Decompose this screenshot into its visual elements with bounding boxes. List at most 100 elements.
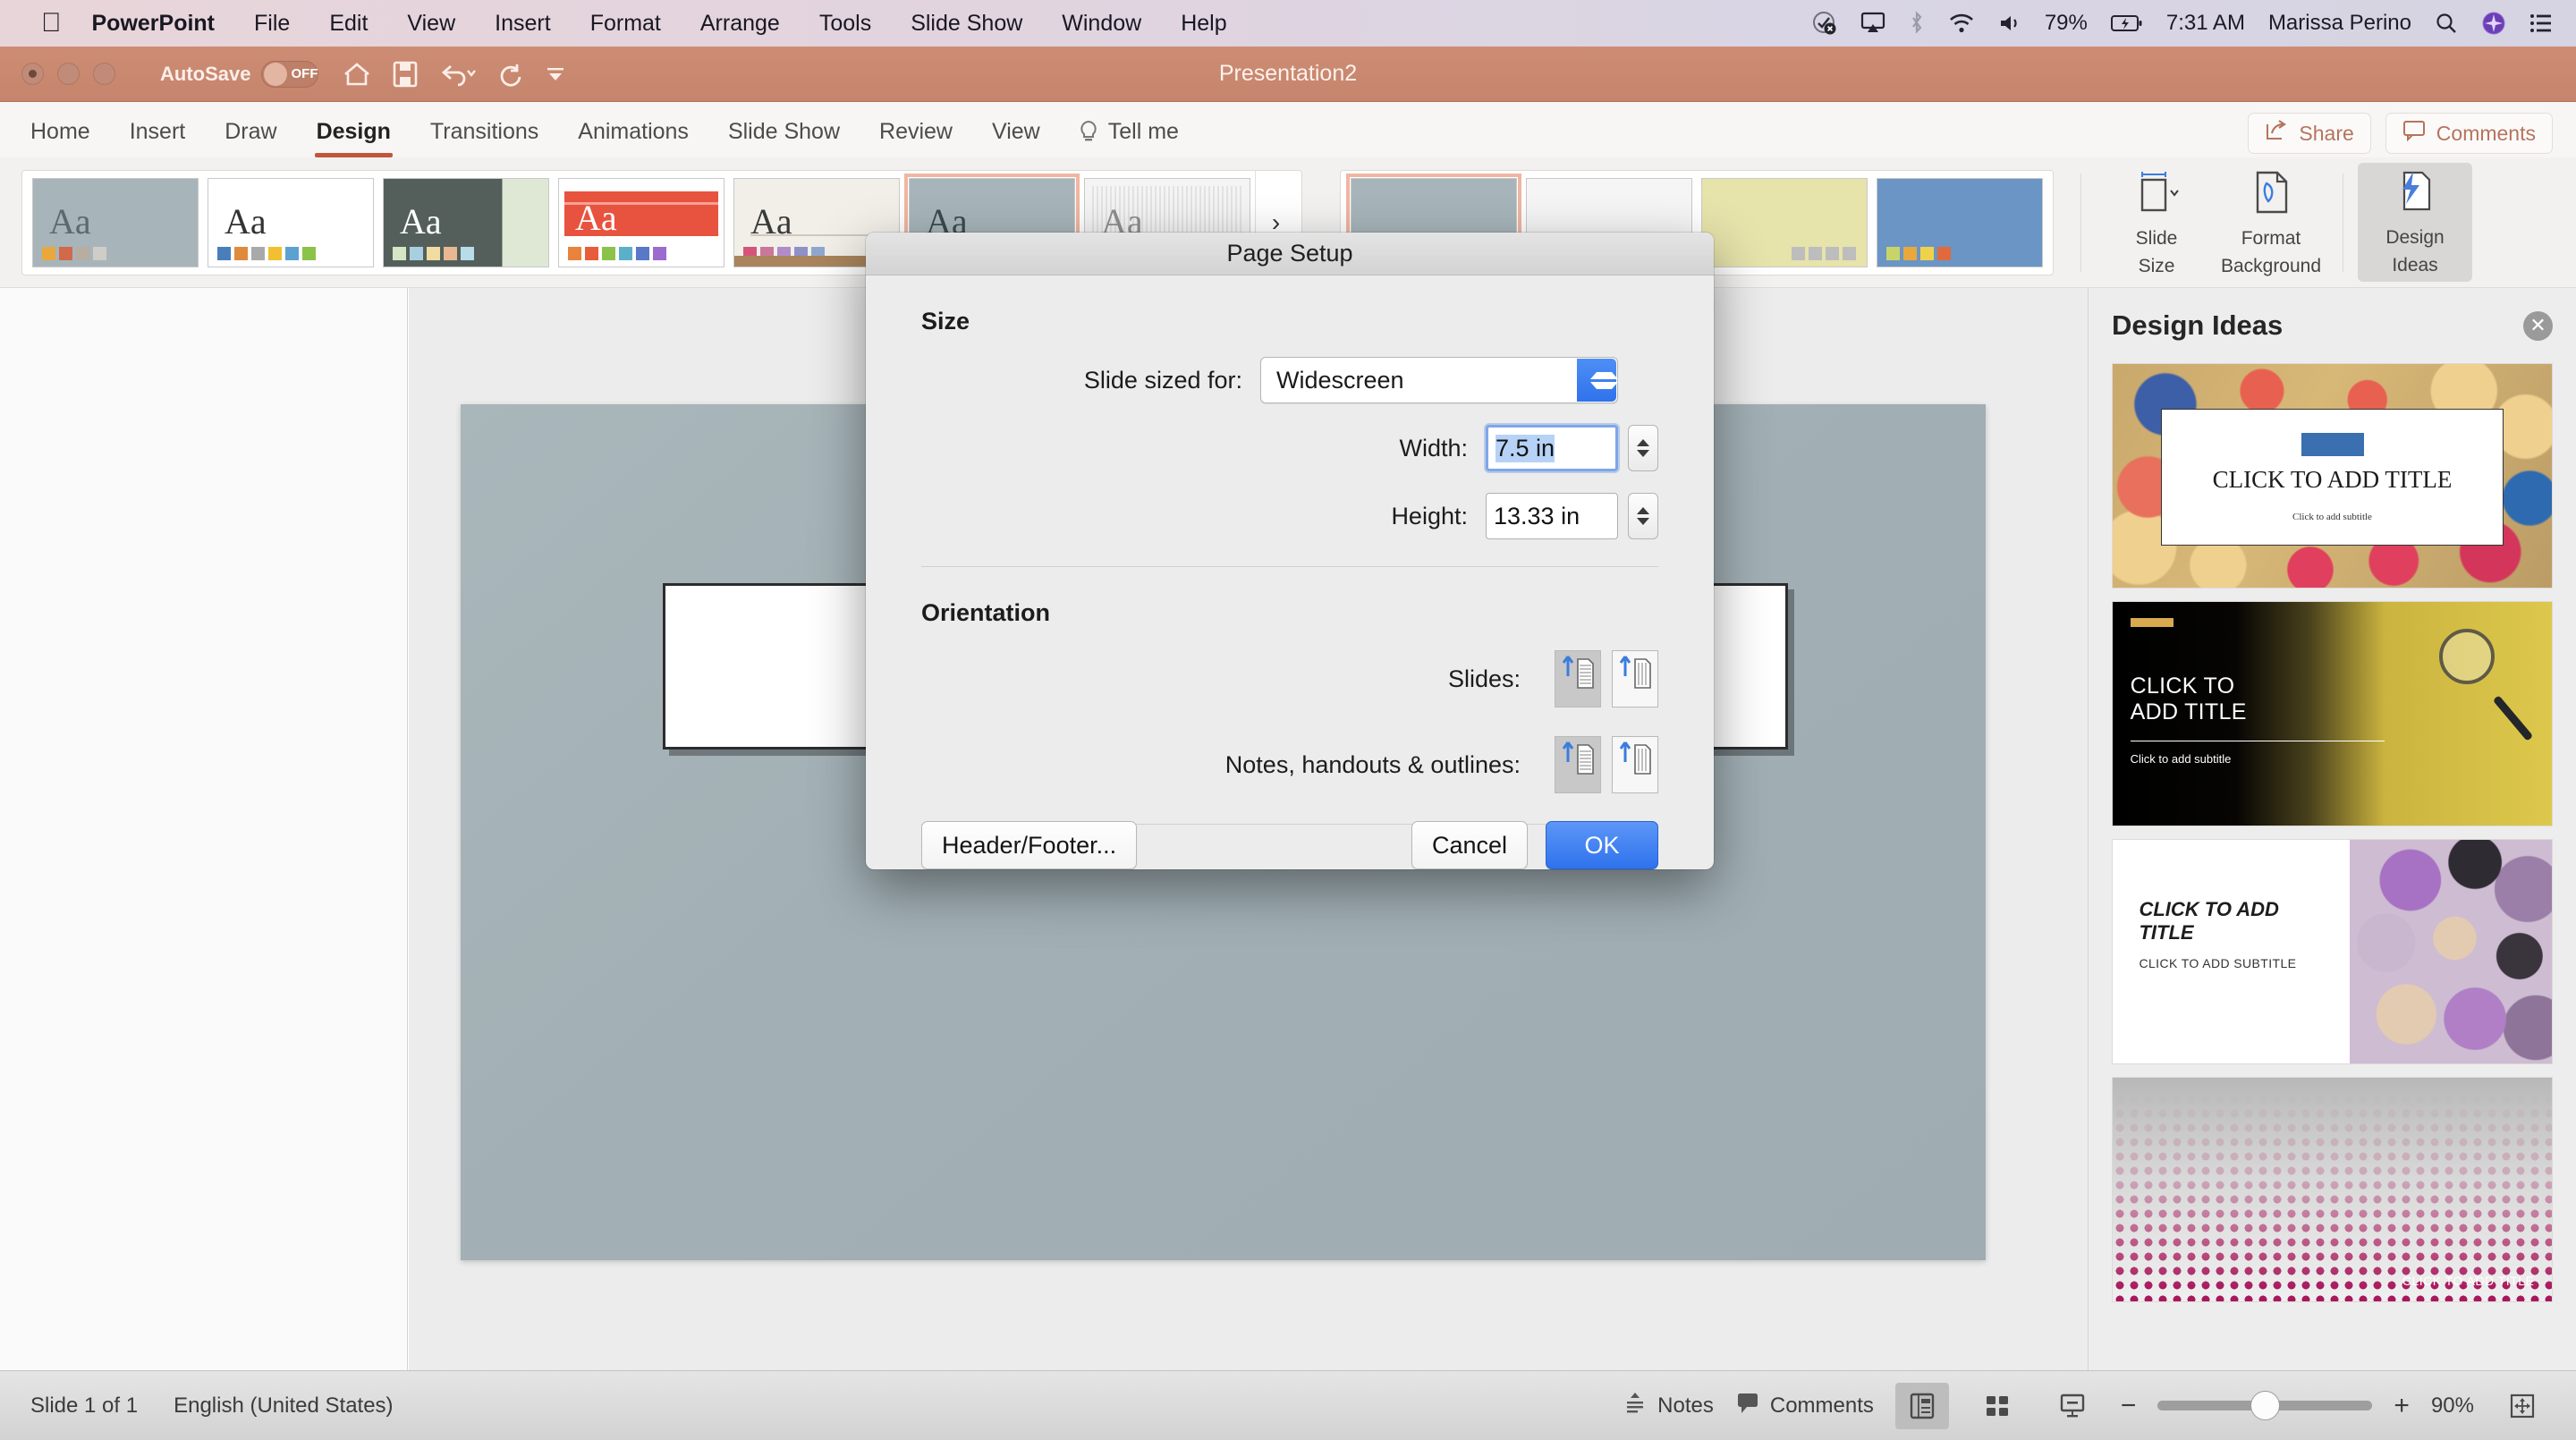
design-idea-floral[interactable]: CLICK TO ADD TITLE CLICK TO ADD SUBTITLE <box>2112 839 2553 1064</box>
close-window-button[interactable] <box>21 63 44 85</box>
theme-thumb-3[interactable]: Aa <box>383 177 549 267</box>
slide-size-line2: Size <box>2138 255 2175 276</box>
reading-view-icon[interactable] <box>2046 1383 2099 1429</box>
page-setup-dialog[interactable]: Page Setup Size Slide sized for: Widescr… <box>866 233 1714 869</box>
menu-format[interactable]: Format <box>571 0 681 47</box>
user-name[interactable]: Marissa Perino <box>2268 11 2411 36</box>
design-idea-blocks[interactable]: CLICK TO ADD TITLE Click to add subtitle <box>2112 363 2553 589</box>
autosave-label: AutoSave <box>160 62 251 85</box>
ok-button[interactable]: OK <box>1546 821 1658 869</box>
header-footer-button[interactable]: Header/Footer... <box>921 821 1138 869</box>
tab-animations[interactable]: Animations <box>558 109 708 157</box>
wifi-icon[interactable] <box>1948 13 1975 34</box>
control-center-icon[interactable] <box>2529 13 2553 34</box>
menu-insert[interactable]: Insert <box>475 0 571 47</box>
chevron-updown-icon[interactable] <box>1577 359 1618 402</box>
tab-transitions[interactable]: Transitions <box>411 109 558 157</box>
format-background-line2: Background <box>2220 255 2322 276</box>
autosave-control[interactable]: AutoSave OFF <box>160 60 319 88</box>
format-background-icon <box>2247 167 2295 223</box>
do-not-disturb-icon[interactable] <box>1812 11 1837 36</box>
chevron-down-icon[interactable] <box>1637 450 1649 457</box>
design-ideas-button[interactable]: Design Ideas <box>2358 163 2472 282</box>
theme-thumb-1[interactable]: Aa <box>32 177 199 267</box>
height-input[interactable]: 13.33 in <box>1486 493 1618 539</box>
search-icon[interactable] <box>2435 12 2458 35</box>
zoom-out-button[interactable]: − <box>2121 1391 2137 1421</box>
menu-arrange[interactable]: Arrange <box>681 0 800 47</box>
menu-edit[interactable]: Edit <box>309 0 387 47</box>
variant-thumb-3[interactable] <box>1701 177 1868 267</box>
customize-icon[interactable] <box>544 63 567 86</box>
menu-file[interactable]: File <box>234 0 309 47</box>
tab-design[interactable]: Design <box>297 109 411 157</box>
menu-view[interactable]: View <box>387 0 475 47</box>
undo-icon[interactable] <box>438 61 478 88</box>
menu-tools[interactable]: Tools <box>800 0 891 47</box>
zoom-slider-handle[interactable] <box>2250 1391 2281 1420</box>
apple-icon[interactable]:  <box>30 3 72 44</box>
volume-icon[interactable] <box>1998 13 2021 34</box>
battery-icon[interactable] <box>2110 13 2143 33</box>
tab-draw[interactable]: Draw <box>205 109 296 157</box>
share-button[interactable]: Share <box>2248 113 2371 154</box>
notes-landscape-option[interactable] <box>1612 736 1658 793</box>
home-icon[interactable] <box>342 60 372 89</box>
tab-home[interactable]: Home <box>11 109 110 157</box>
tab-review[interactable]: Review <box>860 109 972 157</box>
chevron-down-icon[interactable] <box>1637 518 1649 525</box>
slides-landscape-option[interactable] <box>1612 650 1658 707</box>
tell-me-box[interactable]: Tell me <box>1060 109 1197 157</box>
design-idea-dots[interactable]: CLICK TO ADD TITLE <box>2112 1077 2553 1302</box>
theme-letter: Aa <box>225 200 267 241</box>
design-ideas-panel[interactable]: Design Ideas ✕ CLICK TO ADD TITLE Click … <box>2088 288 2576 1370</box>
theme-thumb-2[interactable]: Aa <box>208 177 374 267</box>
tab-slide-show[interactable]: Slide Show <box>708 109 860 157</box>
window-controls <box>0 63 115 85</box>
mac-menu-bar:  PowerPoint File Edit View Insert Forma… <box>0 0 2576 47</box>
airplay-icon[interactable] <box>1860 12 1885 35</box>
autosave-toggle[interactable]: OFF <box>261 60 319 88</box>
notes-button[interactable]: Notes <box>1623 1390 1714 1421</box>
tab-insert[interactable]: Insert <box>110 109 206 157</box>
bluetooth-icon[interactable] <box>1909 11 1925 36</box>
normal-view-icon[interactable] <box>1894 1382 1949 1429</box>
zoom-slider[interactable] <box>2157 1391 2373 1420</box>
zoom-in-button[interactable]: + <box>2394 1391 2410 1421</box>
tab-view[interactable]: View <box>972 109 1060 157</box>
design-ideas-icon <box>2392 168 2438 222</box>
design-ideas-line2: Ideas <box>2392 254 2438 275</box>
minimize-window-button[interactable] <box>57 63 80 85</box>
format-background-button[interactable]: Format Background <box>2214 167 2328 276</box>
slide-size-button[interactable]: Slide Size <box>2099 167 2214 276</box>
notes-portrait-option[interactable] <box>1555 736 1601 793</box>
language-label[interactable]: English (United States) <box>174 1393 393 1419</box>
slide-count-label: Slide 1 of 1 <box>30 1393 139 1418</box>
menu-powerpoint[interactable]: PowerPoint <box>72 0 235 47</box>
menu-window[interactable]: Window <box>1042 0 1161 47</box>
slide-sorter-icon[interactable] <box>1970 1383 2024 1429</box>
width-label: Width: <box>1399 434 1468 462</box>
redo-icon[interactable] <box>497 61 524 88</box>
cancel-button[interactable]: Cancel <box>1411 821 1528 869</box>
chevron-up-icon[interactable] <box>1637 439 1649 446</box>
slide-thumbnail-pane[interactable] <box>0 288 408 1370</box>
fit-slide-icon[interactable] <box>2496 1383 2549 1429</box>
chevron-up-icon[interactable] <box>1637 507 1649 514</box>
slide-sized-for-select[interactable]: Widescreen <box>1260 357 1618 403</box>
design-idea-magnifier[interactable]: CLICK TO ADD TITLE Click to add subtitle <box>2112 601 2553 826</box>
siri-icon[interactable] <box>2481 11 2506 36</box>
comments-button[interactable]: Comments <box>2385 113 2553 154</box>
width-stepper[interactable] <box>1628 425 1658 471</box>
variant-thumb-4[interactable] <box>1877 177 2043 267</box>
status-comments-button[interactable]: Comments <box>1735 1390 1874 1421</box>
height-stepper[interactable] <box>1628 493 1658 539</box>
close-icon[interactable]: ✕ <box>2523 310 2553 341</box>
theme-thumb-4[interactable]: Aa <box>558 177 724 267</box>
slides-portrait-option[interactable] <box>1555 650 1601 707</box>
menu-slide-show[interactable]: Slide Show <box>891 0 1042 47</box>
width-input[interactable]: 7.5 in <box>1486 425 1618 471</box>
maximize-window-button[interactable] <box>93 63 115 85</box>
menu-help[interactable]: Help <box>1161 0 1246 47</box>
save-icon[interactable] <box>392 60 419 89</box>
